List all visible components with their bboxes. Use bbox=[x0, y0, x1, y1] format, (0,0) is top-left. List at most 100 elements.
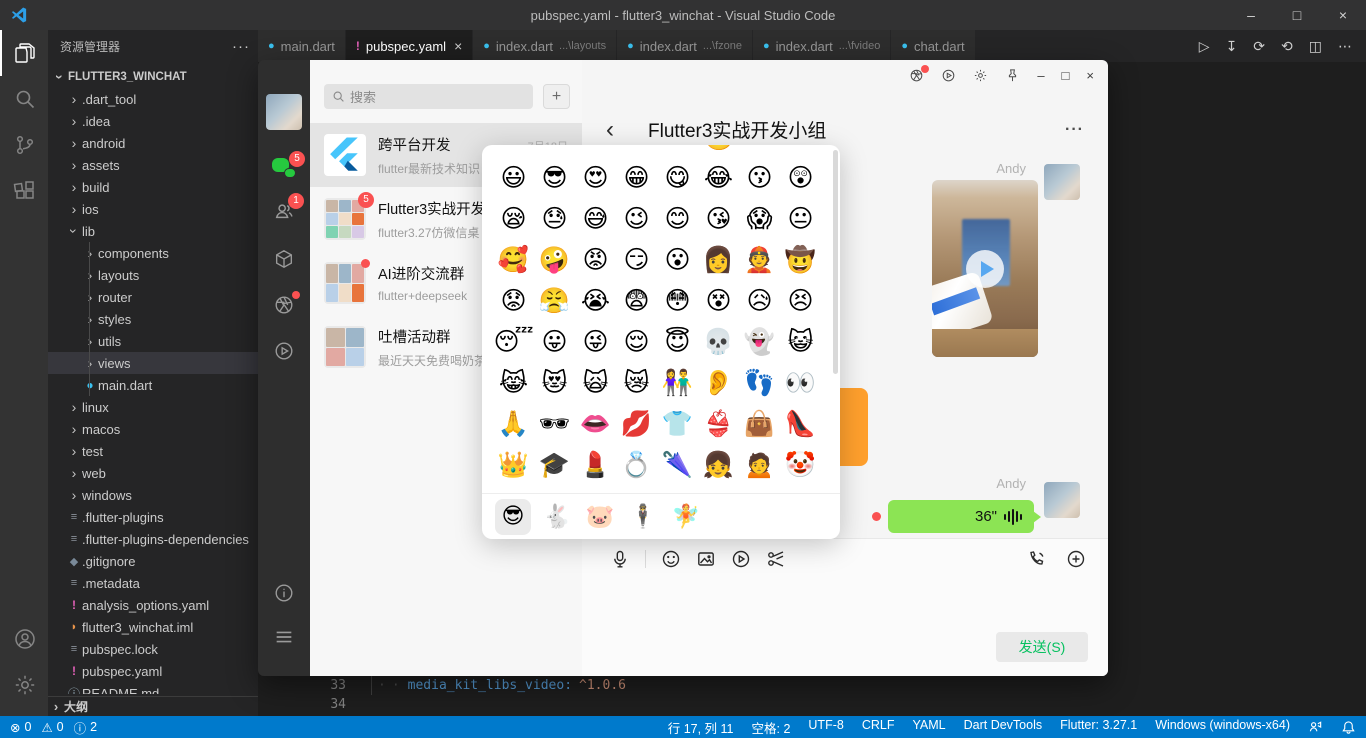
emoji-item[interactable]: 💄 bbox=[575, 444, 616, 485]
tree-item[interactable]: ≡ pubspec.lock bbox=[48, 638, 258, 660]
emoji-item[interactable]: 🤠 bbox=[780, 239, 821, 280]
emoji-item[interactable]: 😺 bbox=[780, 321, 821, 362]
emoji-item[interactable]: 💋 bbox=[616, 403, 657, 444]
app-close-button[interactable]: × bbox=[1086, 68, 1094, 83]
problems-indicator[interactable]: ⚠ 0 bbox=[41, 720, 63, 735]
split-editor-icon[interactable]: ◫ bbox=[1309, 38, 1322, 55]
tab-close-icon[interactable]: × bbox=[454, 38, 462, 54]
tree-item[interactable]: ≡ .metadata bbox=[48, 572, 258, 594]
info-icon[interactable] bbox=[273, 582, 295, 604]
emoji-item[interactable]: 😎 bbox=[534, 157, 575, 198]
emoji-item[interactable]: 😻 bbox=[534, 362, 575, 403]
problems-indicator[interactable]: ⊗ 0 bbox=[10, 720, 31, 735]
emoji-item[interactable]: 😳 bbox=[657, 280, 698, 321]
emoji-item[interactable]: 👠 bbox=[780, 403, 821, 444]
emoji-item[interactable]: 🙍 bbox=[739, 444, 780, 485]
video-call-icon[interactable] bbox=[731, 549, 751, 569]
tree-item[interactable]: › assets bbox=[48, 154, 258, 176]
emoji-item[interactable]: 👀 bbox=[780, 362, 821, 403]
emoji-item[interactable]: 👣 bbox=[739, 362, 780, 403]
emoji-item[interactable]: 😋 bbox=[657, 157, 698, 198]
emoji-item[interactable]: 😌 bbox=[616, 321, 657, 362]
tree-item[interactable]: › styles bbox=[48, 308, 258, 330]
sticker-tab[interactable]: 🐇 bbox=[540, 499, 574, 535]
add-chat-button[interactable]: + bbox=[543, 84, 570, 109]
close-button[interactable]: × bbox=[1320, 0, 1366, 30]
voice-call-icon[interactable] bbox=[1027, 549, 1047, 569]
account-icon[interactable] bbox=[0, 616, 48, 662]
tree-item[interactable]: › ios bbox=[48, 198, 258, 220]
emoji-tab-selected[interactable]: 😎 bbox=[495, 498, 531, 535]
status-segment[interactable]: Flutter: 3.27.1 bbox=[1060, 718, 1137, 737]
emoji-item[interactable]: 😉 bbox=[616, 198, 657, 239]
sender-avatar[interactable] bbox=[1044, 482, 1080, 518]
play-circle-icon[interactable] bbox=[941, 68, 956, 83]
tree-item[interactable]: ≡ .flutter-plugins-dependencies bbox=[48, 528, 258, 550]
microphone-icon[interactable] bbox=[610, 549, 630, 569]
emoji-item[interactable]: 😃 bbox=[493, 157, 534, 198]
emoji-item[interactable]: 😪 bbox=[493, 198, 534, 239]
emoji-item[interactable]: 👫 bbox=[657, 362, 698, 403]
search-icon[interactable] bbox=[0, 76, 48, 122]
source-control-icon[interactable] bbox=[0, 122, 48, 168]
settings-gear-icon[interactable] bbox=[973, 68, 988, 83]
emoji-item[interactable]: 😡 bbox=[575, 239, 616, 280]
emoji-item[interactable]: 😭 bbox=[575, 280, 616, 321]
outline-section[interactable]: › 大纲 bbox=[48, 696, 258, 716]
emoji-item[interactable]: 😐 bbox=[780, 198, 821, 239]
editor-tab[interactable]: ● index.dart ...\layouts bbox=[473, 30, 618, 62]
emoji-item[interactable]: 😤 bbox=[534, 280, 575, 321]
emoji-item[interactable]: 😴 bbox=[493, 321, 534, 362]
emoji-item[interactable]: 😅 bbox=[575, 198, 616, 239]
status-segment[interactable]: Dart DevTools bbox=[964, 718, 1043, 737]
screenshot-scissors-icon[interactable] bbox=[766, 549, 786, 569]
emoji-item[interactable]: 👕 bbox=[657, 403, 698, 444]
emoji-item[interactable]: 😵 bbox=[698, 280, 739, 321]
collections-box-icon[interactable] bbox=[273, 248, 295, 270]
moments-shutter-icon[interactable] bbox=[909, 65, 930, 83]
sync-icon[interactable]: ⟳ bbox=[1253, 38, 1265, 55]
channels-play-icon[interactable] bbox=[273, 340, 295, 362]
user-avatar[interactable] bbox=[266, 94, 302, 130]
tree-item[interactable]: › linux bbox=[48, 396, 258, 418]
emoji-item[interactable]: 😲 bbox=[780, 157, 821, 198]
sticker-tab[interactable]: 🕴 bbox=[626, 499, 660, 535]
plus-circle-icon[interactable] bbox=[1066, 549, 1086, 569]
emoji-item[interactable]: 🤪 bbox=[534, 239, 575, 280]
emoji-item[interactable]: 😛 bbox=[534, 321, 575, 362]
emoji-item[interactable]: 😘 bbox=[698, 198, 739, 239]
explorer-icon[interactable] bbox=[0, 30, 48, 76]
app-maximize-button[interactable]: □ bbox=[1062, 68, 1070, 83]
emoji-scrollbar[interactable] bbox=[833, 150, 838, 374]
emoji-item[interactable]: 🌂 bbox=[657, 444, 698, 485]
tree-item[interactable]: › FLUTTER3_WINCHAT bbox=[48, 66, 258, 88]
sticker-tab[interactable]: 🧚 bbox=[669, 499, 703, 535]
emoji-item[interactable]: 👩 bbox=[698, 239, 739, 280]
emoji-item[interactable]: 👜 bbox=[739, 403, 780, 444]
chats-nav-icon[interactable]: 5 bbox=[272, 151, 305, 178]
emoji-item[interactable]: 😏 bbox=[616, 239, 657, 280]
emoji-item[interactable]: 😨 bbox=[616, 280, 657, 321]
emoji-item[interactable]: 😊 bbox=[657, 198, 698, 239]
emoji-icon[interactable] bbox=[661, 549, 681, 569]
settings-gear-icon[interactable] bbox=[0, 662, 48, 708]
emoji-item[interactable]: 😓 bbox=[534, 198, 575, 239]
problems-indicator[interactable]: ⓘ 2 bbox=[74, 718, 97, 737]
emoji-item[interactable]: 😥 bbox=[739, 280, 780, 321]
tree-item[interactable]: ! analysis_options.yaml bbox=[48, 594, 258, 616]
editor-tab[interactable]: ● main.dart bbox=[258, 30, 346, 62]
emoji-item[interactable]: 👧 bbox=[698, 444, 739, 485]
emoji-item[interactable]: 👑 bbox=[493, 444, 534, 485]
pin-icon[interactable] bbox=[1005, 68, 1020, 83]
tree-item[interactable]: › views bbox=[48, 352, 258, 374]
run-icon[interactable]: ▷ bbox=[1199, 38, 1210, 55]
maximize-button[interactable]: □ bbox=[1274, 0, 1320, 30]
sticker-tab[interactable]: 🐷 bbox=[583, 499, 617, 535]
status-segment[interactable]: 行 17, 列 11 bbox=[668, 718, 734, 737]
tree-item[interactable]: › utils bbox=[48, 330, 258, 352]
tree-item[interactable]: › .idea bbox=[48, 110, 258, 132]
emoji-item[interactable]: 😣 bbox=[780, 280, 821, 321]
emoji-item[interactable]: 😜 bbox=[575, 321, 616, 362]
back-arrow-icon[interactable]: ‹ bbox=[606, 117, 614, 141]
emoji-item[interactable]: 💀 bbox=[698, 321, 739, 362]
